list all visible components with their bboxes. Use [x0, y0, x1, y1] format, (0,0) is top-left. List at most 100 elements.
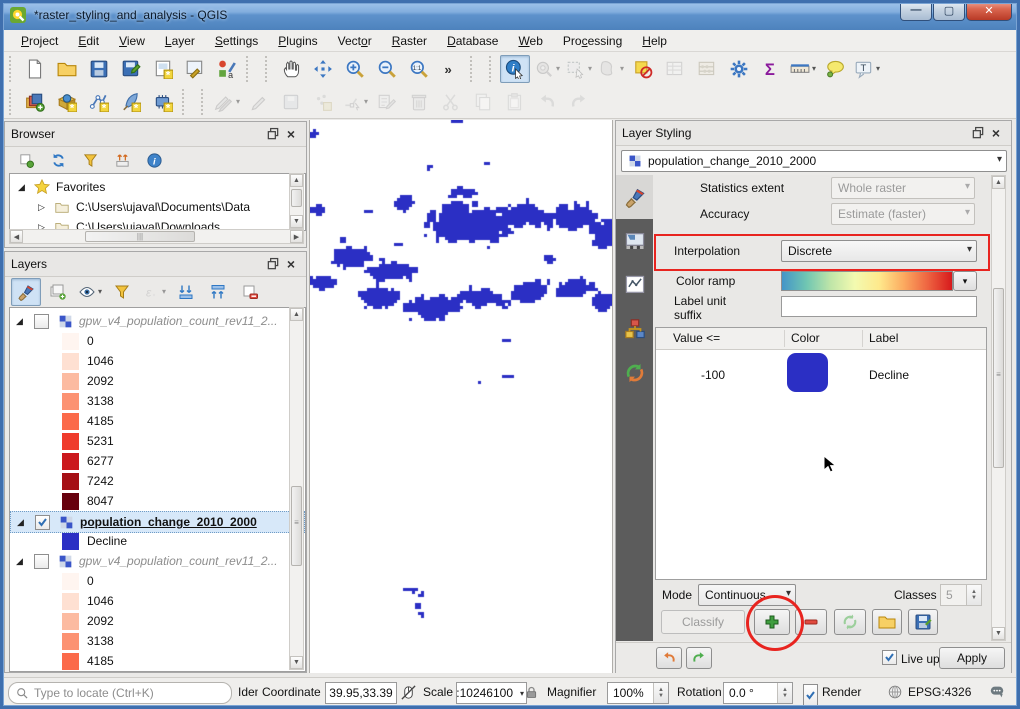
messages-icon[interactable] [988, 682, 1006, 702]
color-ramp-preview[interactable] [781, 271, 953, 291]
filter-browser-button[interactable] [75, 147, 105, 175]
new-spatialite-layer-button[interactable]: * [116, 88, 146, 116]
save-project-as-button[interactable] [116, 55, 146, 83]
layers-vscrollbar[interactable]: ▲ ≡ ▼ [289, 307, 304, 670]
identify-features-button[interactable]: i [500, 54, 530, 83]
maximize-button[interactable]: ▢ [933, 0, 965, 21]
styling-vscrollbar[interactable]: ▲ ≡ ▼ [991, 175, 1006, 641]
styling-tab-history[interactable] [616, 351, 653, 395]
magnifier-spinner[interactable]: 100% ▲ ▼ [607, 682, 669, 704]
map-tips-button[interactable] [820, 55, 850, 83]
menu-processing[interactable]: Processing [554, 32, 631, 50]
new-geopackage-layer-button[interactable]: * [52, 88, 82, 116]
browser-vscrollbar[interactable]: ▲ ▼ [289, 173, 304, 229]
save-project-button[interactable] [84, 55, 114, 83]
expand-all-button[interactable] [171, 278, 201, 306]
measure-button[interactable]: ▾ [788, 55, 818, 83]
layer-item[interactable]: ◢ population_change_2010_2000 [10, 511, 305, 533]
show-layout-manager-button[interactable] [180, 55, 210, 83]
menu-database[interactable]: Database [438, 32, 507, 50]
style-redo-button[interactable] [686, 647, 712, 669]
layers-float-icon[interactable] [264, 255, 282, 273]
minimize-button[interactable]: — [900, 0, 932, 21]
class-color-swatch[interactable] [787, 353, 828, 392]
style-manager-button[interactable]: a [212, 55, 242, 83]
pan-map-button[interactable] [276, 55, 306, 83]
menu-project[interactable]: Project [12, 32, 67, 50]
add-selected-layer-button[interactable] [11, 147, 41, 175]
processing-toolbox-button[interactable] [724, 55, 754, 83]
layer-item[interactable]: ◢ gpw_v4_population_count_rev11_2... [10, 551, 305, 571]
zoom-native-button[interactable]: 1:1 [404, 55, 434, 83]
save-color-map-button[interactable] [908, 609, 938, 635]
zoom-in-button[interactable] [340, 55, 370, 83]
statistical-summary-button[interactable]: Σ [756, 55, 786, 83]
col-color-header[interactable]: Color [791, 331, 820, 345]
close-button[interactable]: ✕ [966, 0, 1012, 21]
pan-to-selection-button[interactable] [308, 55, 338, 83]
menu-help[interactable]: Help [633, 32, 676, 50]
menu-vector[interactable]: Vector [329, 32, 381, 50]
new-project-button[interactable] [20, 55, 50, 83]
lock-scale-icon[interactable] [524, 682, 539, 702]
text-annotation-button[interactable]: T ▾ [852, 55, 882, 83]
col-value-header[interactable]: Value <= [673, 331, 720, 345]
crs-globe-icon[interactable] [887, 682, 903, 702]
open-project-button[interactable] [52, 55, 82, 83]
new-print-layout-button[interactable]: * [148, 55, 178, 83]
classify-button[interactable]: Classify [661, 610, 745, 634]
browser-item[interactable]: ▷ C:\Users\ujaval\Documents\Data [10, 197, 305, 217]
manage-map-themes-button[interactable]: ▾ [75, 278, 105, 306]
layer-styling-float-icon[interactable] [969, 124, 987, 142]
locator-input[interactable]: Type to locate (Ctrl+K) [8, 682, 232, 704]
collapse-all-button[interactable] [107, 147, 137, 175]
data-source-manager-button[interactable] [20, 88, 50, 116]
layer-item[interactable]: ◢ gpw_v4_population_count_rev11_2... [10, 311, 305, 331]
zoom-out-button[interactable] [372, 55, 402, 83]
browser-item[interactable]: ◢ Favorites [10, 177, 305, 197]
render-label: Render [822, 685, 862, 699]
menu-plugins[interactable]: Plugins [269, 32, 326, 50]
properties-widget-button[interactable]: i [139, 147, 169, 175]
new-virtual-layer-button[interactable]: * [148, 88, 178, 116]
label-unit-suffix-input[interactable] [781, 296, 977, 317]
menu-web[interactable]: Web [509, 32, 551, 50]
styling-tab-symbology[interactable] [616, 175, 653, 219]
refresh-button[interactable] [43, 147, 73, 175]
col-label-header[interactable]: Label [869, 331, 898, 345]
styling-tab-histogram[interactable] [616, 263, 653, 307]
load-color-map-button[interactable] [872, 609, 902, 635]
browser-hscrollbar[interactable]: ◀ ||| ▶ [9, 229, 304, 244]
menu-layer[interactable]: Layer [156, 32, 204, 50]
style-undo-button[interactable] [656, 647, 682, 669]
remove-layer-button[interactable] [235, 278, 265, 306]
toolbar-overflow-button[interactable]: » [436, 55, 466, 83]
extents-mouse-icon[interactable] [400, 682, 417, 702]
browser-close-icon[interactable]: × [282, 125, 300, 143]
styling-tab-diagram[interactable] [616, 307, 653, 351]
styling-layer-selector[interactable]: population_change_2010_2000 [621, 150, 1007, 172]
map-canvas[interactable] [309, 120, 613, 673]
coordinate-input[interactable]: 39.95,33.39 [325, 682, 397, 704]
collapse-all-button[interactable] [203, 278, 233, 306]
menu-edit[interactable]: Edit [69, 32, 108, 50]
add-group-button[interactable] [43, 278, 73, 306]
open-layer-styling-panel-button[interactable] [11, 277, 41, 306]
live-update-checkbox[interactable] [882, 650, 897, 665]
menu-view[interactable]: View [110, 32, 154, 50]
scale-combobox[interactable]: 1:10246100 ▾ [456, 682, 527, 704]
layers-close-icon[interactable]: × [282, 255, 300, 273]
color-ramp-dropdown-button[interactable]: ▾ [953, 271, 977, 291]
menu-settings[interactable]: Settings [206, 32, 267, 50]
render-checkbox[interactable] [803, 684, 818, 706]
deselect-all-layers-button[interactable] [628, 55, 658, 83]
browser-float-icon[interactable] [264, 125, 282, 143]
rotation-spinner[interactable]: 0.0 ° ▲ ▼ [723, 682, 793, 704]
layer-styling-close-icon[interactable]: × [987, 124, 1005, 142]
menu-raster[interactable]: Raster [383, 32, 436, 50]
filter-legend-button[interactable] [107, 278, 137, 306]
styling-tab-transparency[interactable] [616, 219, 653, 263]
load-classes-button[interactable] [834, 609, 866, 635]
apply-button[interactable]: Apply [939, 647, 1005, 669]
new-shapefile-layer-button[interactable]: * [84, 88, 114, 116]
